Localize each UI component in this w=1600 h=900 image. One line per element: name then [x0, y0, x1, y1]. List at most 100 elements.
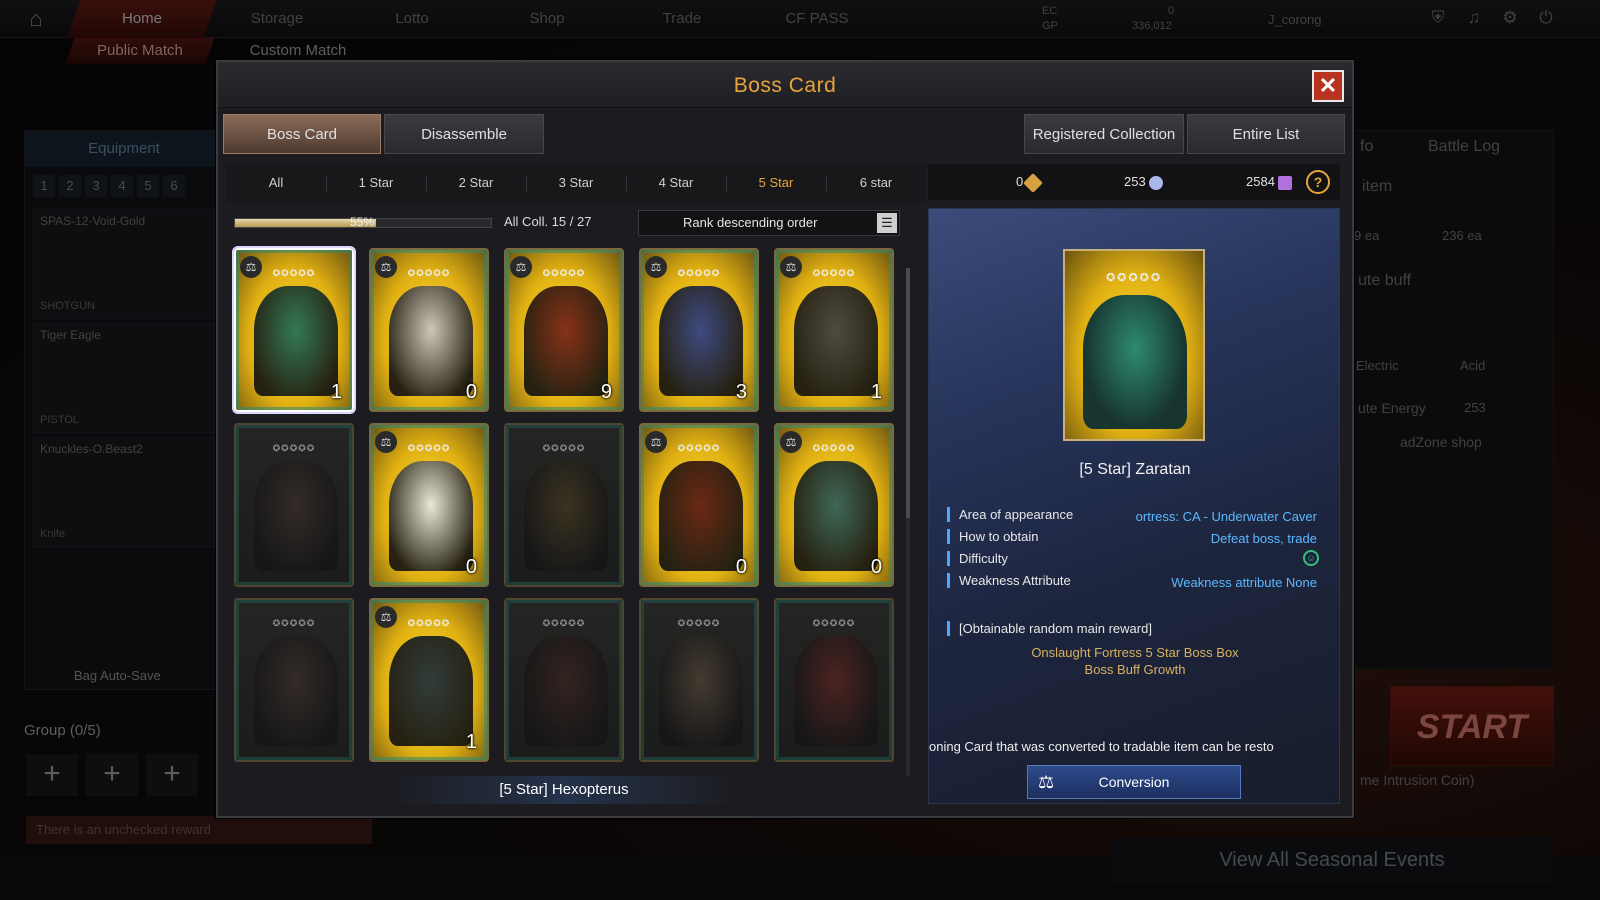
- modal-header: Boss Card ✕: [218, 62, 1352, 108]
- diamond-icon: [1023, 172, 1044, 193]
- reward-title-row: [Obtainable random main reward]: [947, 619, 1327, 639]
- boss-card[interactable]: ✪✪✪✪✪: [504, 598, 624, 762]
- scale-icon: ⚖: [1038, 772, 1055, 792]
- help-icon[interactable]: ?: [1306, 170, 1330, 194]
- filter-5-star[interactable]: 5 Star: [726, 164, 826, 202]
- boss-card[interactable]: ✪✪✪✪✪ ⚖ 0: [369, 248, 489, 412]
- boss-figure: [254, 286, 338, 396]
- boss-card[interactable]: ✪✪✪✪✪ ⚖ 1: [774, 248, 894, 412]
- modal-title: Boss Card: [733, 74, 837, 97]
- boss-card[interactable]: ✪✪✪✪✪: [234, 598, 354, 762]
- tradable-icon: ⚖: [780, 256, 802, 278]
- boss-card[interactable]: ✪✪✪✪✪ ⚖ 0: [369, 423, 489, 587]
- collection-count: All Coll. 15 / 27: [504, 214, 592, 229]
- card-count: 1: [330, 381, 342, 403]
- info-row-weakness: Weakness Attribute Weakness attribute No…: [947, 571, 1327, 591]
- resource-a-value: 0: [1016, 174, 1024, 189]
- boss-figure: [794, 461, 878, 571]
- sort-label: Rank descending order: [683, 215, 818, 230]
- reward-title: [Obtainable random main reward]: [959, 621, 1152, 636]
- card-detail-panel: ✪✪✪✪✪ [5 Star] Zaratan Area of appearanc…: [928, 208, 1340, 804]
- crystal-icon: [1277, 175, 1292, 190]
- detail-card-image: ✪✪✪✪✪: [1063, 249, 1205, 441]
- selected-card-name: [5 Star] Hexopterus: [388, 776, 740, 804]
- card-count: 9: [600, 381, 612, 403]
- sort-dropdown[interactable]: Rank descending order ☰: [638, 210, 900, 236]
- reward-item: Onslaught Fortress 5 Star Boss Box: [1031, 645, 1239, 660]
- tradable-icon: ⚖: [375, 606, 397, 628]
- reward-item: Boss Buff Growth: [1084, 662, 1186, 677]
- boss-figure: [524, 286, 608, 396]
- tradable-icon: ⚖: [375, 431, 397, 453]
- notice-marquee: oning Card that was converted to tradabl…: [929, 739, 1274, 754]
- card-stars: ✪✪✪✪✪: [677, 618, 721, 628]
- scrollbar-thumb[interactable]: [906, 268, 910, 518]
- star-filter-bar: All 1 Star 2 Star 3 Star 4 Star 5 Star 6…: [226, 164, 926, 202]
- boss-card[interactable]: ✪✪✪✪✪ ⚖ 0: [774, 423, 894, 587]
- conversion-button[interactable]: ⚖ Conversion: [1027, 765, 1241, 799]
- boss-card[interactable]: ✪✪✪✪✪ ⚖ 9: [504, 248, 624, 412]
- card-count: 0: [465, 556, 477, 578]
- info-row-difficulty: Difficulty ☺: [947, 549, 1327, 569]
- tradable-icon: ⚖: [375, 256, 397, 278]
- boss-card[interactable]: ✪✪✪✪✪ ⚖ 3: [639, 248, 759, 412]
- difficulty-icon: ☺: [1303, 550, 1319, 566]
- tradable-icon: ⚖: [645, 256, 667, 278]
- boss-card[interactable]: ✪✪✪✪✪ ⚖ 1: [234, 248, 354, 412]
- tab-registered-collection[interactable]: Registered Collection: [1024, 114, 1184, 154]
- boss-card[interactable]: ✪✪✪✪✪ ⚖ 1: [369, 598, 489, 762]
- menu-icon[interactable]: ☰: [877, 213, 897, 233]
- card-count: 0: [870, 556, 882, 578]
- boss-card[interactable]: ✪✪✪✪✪: [234, 423, 354, 587]
- tab-disassemble[interactable]: Disassemble: [384, 114, 544, 154]
- card-stars: ✪✪✪✪✪: [542, 618, 586, 628]
- boss-figure: [794, 286, 878, 396]
- info-bar: [947, 621, 950, 636]
- resource-c-value: 2584: [1246, 174, 1275, 189]
- boss-figure: [254, 636, 338, 746]
- info-key: Area of appearance: [959, 507, 1074, 522]
- info-key: How to obtain: [959, 529, 1039, 544]
- tab-boss-card[interactable]: Boss Card: [223, 114, 381, 154]
- boss-card-modal: Boss Card ✕ Boss Card Disassemble Regist…: [216, 60, 1354, 818]
- info-key: Weakness Attribute: [959, 573, 1071, 588]
- boss-figure: [659, 286, 743, 396]
- boss-card[interactable]: ✪✪✪✪✪: [774, 598, 894, 762]
- conversion-label: Conversion: [1098, 774, 1170, 790]
- orb-icon: [1148, 175, 1163, 190]
- card-stars: ✪✪✪✪✪: [272, 443, 316, 453]
- card-stars: ✪✪✪✪✪: [542, 443, 586, 453]
- boss-figure: [659, 636, 743, 746]
- resource-a: 0: [1016, 172, 1044, 193]
- boss-figure: [254, 461, 338, 571]
- filter-3-star[interactable]: 3 Star: [526, 164, 626, 202]
- info-bar: [947, 573, 950, 588]
- resource-b: 253: [1124, 174, 1163, 190]
- tab-entire-list[interactable]: Entire List: [1187, 114, 1345, 154]
- info-bar: [947, 529, 950, 544]
- tradable-icon: ⚖: [510, 256, 532, 278]
- info-row-area: Area of appearance ortress: CA - Underwa…: [947, 505, 1327, 525]
- filter-all[interactable]: All: [226, 164, 326, 202]
- boss-card[interactable]: ✪✪✪✪✪ ⚖ 0: [639, 423, 759, 587]
- tradable-icon: ⚖: [780, 431, 802, 453]
- filter-2-star[interactable]: 2 Star: [426, 164, 526, 202]
- filter-4-star[interactable]: 4 Star: [626, 164, 726, 202]
- boss-figure: [794, 636, 878, 746]
- boss-figure: [389, 461, 473, 571]
- close-button[interactable]: ✕: [1312, 70, 1344, 102]
- resource-c: 2584: [1246, 174, 1292, 190]
- info-row-obtain: How to obtain Defeat boss, trade: [947, 527, 1327, 547]
- boss-figure: [524, 636, 608, 746]
- info-bar: [947, 507, 950, 522]
- boss-figure: [524, 461, 608, 571]
- card-stars: ✪✪✪✪✪: [1105, 272, 1163, 284]
- boss-figure: [389, 636, 473, 746]
- card-stars: ✪✪✪✪✪: [812, 618, 856, 628]
- card-grid: ✪✪✪✪✪ ⚖ 1 ✪✪✪✪✪ ⚖ 0 ✪✪✪✪✪ ⚖ 9 ✪✪✪✪✪ ⚖ 3 ✪✪✪✪✪ ⚖ 1 ✪✪✪✪✪…: [234, 248, 896, 762]
- filter-6-star[interactable]: 6 star: [826, 164, 926, 202]
- boss-figure: [389, 286, 473, 396]
- filter-1-star[interactable]: 1 Star: [326, 164, 426, 202]
- boss-card[interactable]: ✪✪✪✪✪: [639, 598, 759, 762]
- boss-card[interactable]: ✪✪✪✪✪: [504, 423, 624, 587]
